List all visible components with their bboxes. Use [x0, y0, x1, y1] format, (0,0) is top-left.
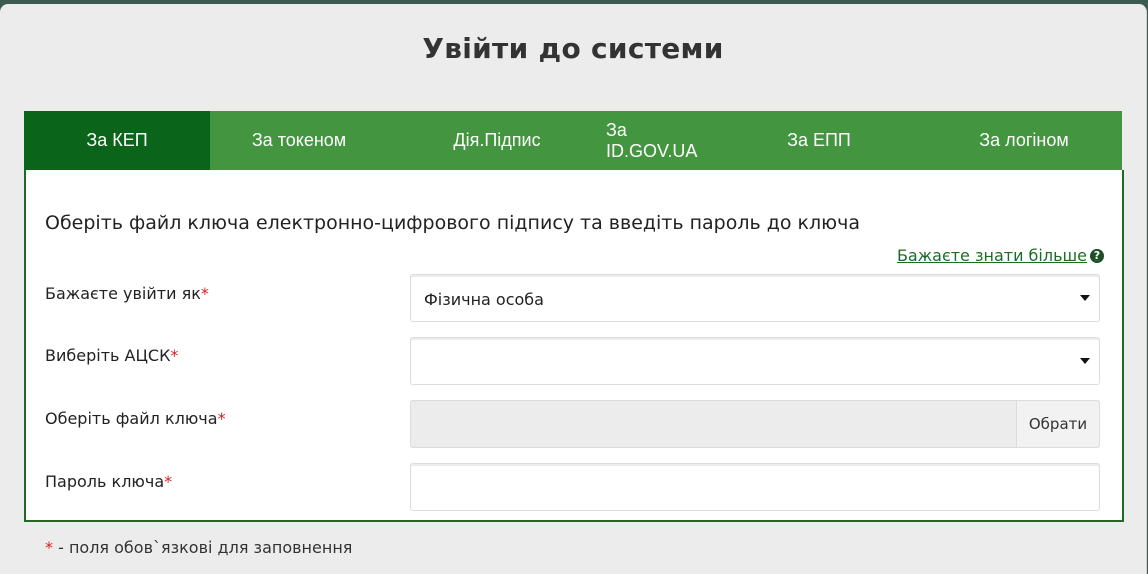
tab-login[interactable]: За логіном	[926, 111, 1122, 170]
password-label-text: Пароль ключа	[45, 472, 165, 491]
login-as-value: Фізична особа	[424, 290, 544, 309]
tab-diia-signature[interactable]: Дія.Підпис	[388, 111, 606, 170]
page-title: Увійти до системи	[422, 32, 724, 65]
login-method-tabs: За КЕП За токеном Дія.Підпис За ID.GOV.U…	[24, 111, 1122, 170]
chevron-down-icon	[1080, 295, 1090, 301]
required-mark: *	[200, 284, 209, 303]
password-input[interactable]	[410, 463, 1100, 511]
tab-id-gov-ua[interactable]: За ID.GOV.UA	[606, 111, 712, 170]
required-mark: *	[45, 538, 53, 557]
chevron-down-icon	[1080, 358, 1090, 364]
login-as-label-text: Бажаєте увійти як	[45, 284, 201, 303]
required-fields-note: * - поля обов`язкові для заповнення	[45, 538, 352, 557]
acsk-label: Виберіть АЦСК*	[45, 346, 178, 365]
key-file-field[interactable]: Обрати	[410, 400, 1100, 448]
form-heading: Оберіть файл ключа електронно-цифрового …	[45, 212, 861, 234]
password-label: Пароль ключа*	[45, 472, 172, 491]
tab-kep[interactable]: За КЕП	[24, 111, 210, 170]
required-mark: *	[170, 346, 179, 365]
login-as-label: Бажаєте увійти як*	[45, 284, 209, 303]
acsk-select[interactable]	[410, 337, 1100, 385]
choose-file-button[interactable]: Обрати	[1016, 400, 1100, 448]
tab-epp[interactable]: За ЕПП	[712, 111, 926, 170]
login-form: Оберіть файл ключа електронно-цифрового …	[24, 170, 1124, 522]
key-file-label-text: Оберіть файл ключа	[45, 409, 218, 428]
acsk-label-text: Виберіть АЦСК	[45, 346, 171, 365]
required-mark: *	[217, 409, 226, 428]
required-note-text: - поля обов`язкові для заповнення	[53, 538, 353, 557]
learn-more-label: Бажаєте знати більше	[896, 246, 1087, 265]
learn-more-link[interactable]: Бажаєте знати більше ?	[897, 246, 1104, 265]
key-file-label: Оберіть файл ключа*	[45, 409, 226, 428]
login-as-select[interactable]: Фізична особа	[410, 274, 1100, 322]
question-circle-icon: ?	[1090, 248, 1104, 263]
required-mark: *	[164, 472, 173, 491]
login-panel: Увійти до системи За КЕП За токеном Дія.…	[0, 4, 1147, 574]
tab-token[interactable]: За токеном	[210, 111, 388, 170]
